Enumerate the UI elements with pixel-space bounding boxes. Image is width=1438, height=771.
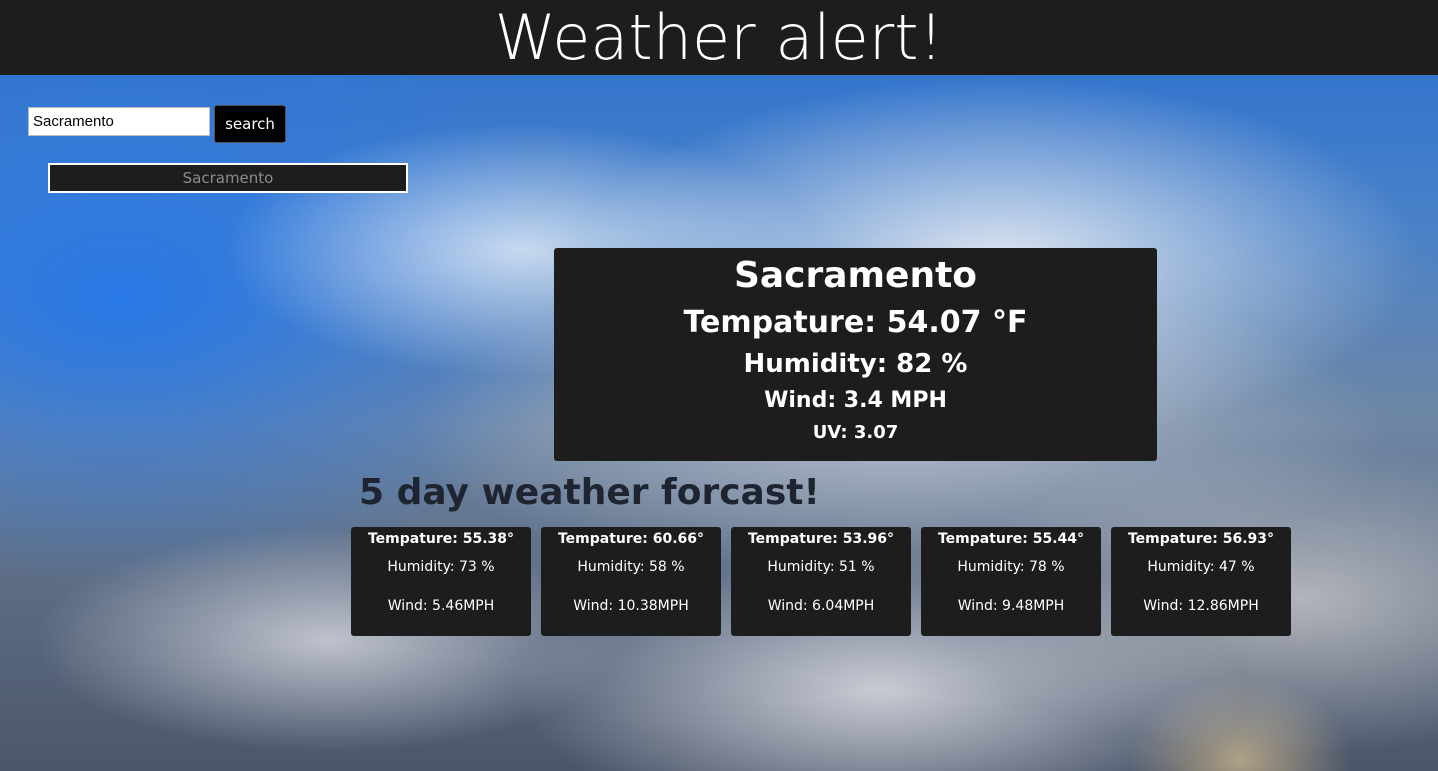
- forecast-temperature: Tempature: 55.38°: [367, 531, 515, 547]
- page-title: Weather alert!: [494, 1, 944, 74]
- forecast-wind: Wind: 12.86MPH: [1143, 598, 1259, 614]
- forecast-wind: Wind: 10.38MPH: [573, 598, 689, 614]
- forecast-list: Tempature: 55.38° Humidity: 73 % Wind: 5…: [351, 527, 1291, 636]
- forecast-day-card: Tempature: 55.44° Humidity: 78 % Wind: 9…: [921, 527, 1101, 636]
- forecast-day-card: Tempature: 53.96° Humidity: 51 % Wind: 6…: [731, 527, 911, 636]
- app-header: Weather alert!: [0, 0, 1438, 75]
- forecast-wind: Wind: 9.48MPH: [957, 598, 1065, 614]
- forecast-humidity: Humidity: 73 %: [387, 559, 495, 575]
- forecast-humidity: Humidity: 47 %: [1147, 559, 1255, 575]
- current-weather-card: Sacramento Tempature: 54.07 °F Humidity:…: [554, 248, 1157, 461]
- current-city: Sacramento: [733, 255, 978, 296]
- city-search-input[interactable]: [28, 107, 210, 136]
- forecast-wind: Wind: 5.46MPH: [387, 598, 495, 614]
- search-button[interactable]: search: [214, 105, 286, 143]
- forecast-temperature: Tempature: 56.93°: [1127, 531, 1275, 547]
- forecast-day-card: Tempature: 60.66° Humidity: 58 % Wind: 1…: [541, 527, 721, 636]
- current-wind: Wind: 3.4 MPH: [764, 388, 947, 413]
- forecast-temperature: Tempature: 53.96°: [747, 531, 895, 547]
- current-temperature: Tempature: 54.07 °F: [683, 305, 1028, 340]
- search-history-item[interactable]: Sacramento: [48, 163, 408, 193]
- forecast-temperature: Tempature: 60.66°: [557, 531, 705, 547]
- forecast-humidity: Humidity: 58 %: [577, 559, 685, 575]
- forecast-temperature: Tempature: 55.44°: [937, 531, 1085, 547]
- forecast-day-card: Tempature: 55.38° Humidity: 73 % Wind: 5…: [351, 527, 531, 636]
- current-humidity: Humidity: 82 %: [743, 349, 968, 379]
- current-uv-index: UV: 3.07: [812, 422, 899, 443]
- forecast-humidity: Humidity: 51 %: [767, 559, 875, 575]
- forecast-humidity: Humidity: 78 %: [957, 559, 1065, 575]
- forecast-title: 5 day weather forcast!: [359, 472, 820, 513]
- forecast-day-card: Tempature: 56.93° Humidity: 47 % Wind: 1…: [1111, 527, 1291, 636]
- forecast-wind: Wind: 6.04MPH: [767, 598, 875, 614]
